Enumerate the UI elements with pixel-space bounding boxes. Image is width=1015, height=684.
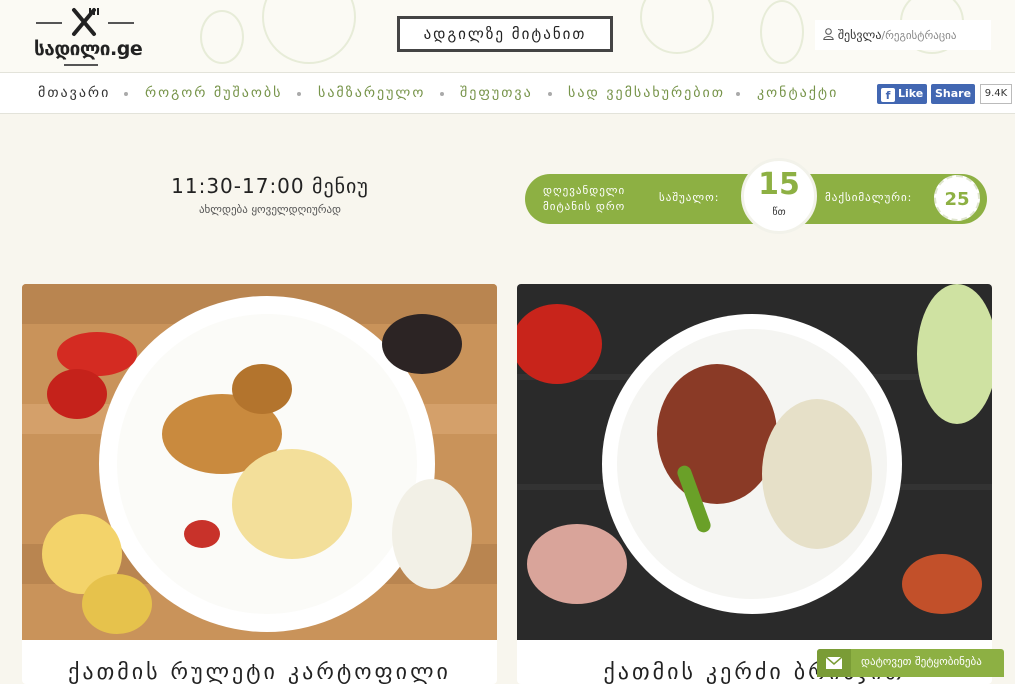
order-delivery-button[interactable]: ადგილზე მიტანით (397, 16, 613, 52)
logo-text: სადილი.ge (34, 38, 143, 60)
decorative-lemon (640, 0, 714, 54)
facebook-like-button[interactable]: f Like (877, 84, 927, 104)
delivery-time-label: დღევანდელი მიტანის დრო (543, 184, 626, 213)
logo-line-right (108, 22, 134, 24)
facebook-like-label: Like (898, 87, 924, 100)
average-time-value: 15 (758, 167, 800, 202)
facebook-like-count: 9.4K (980, 84, 1012, 104)
nav-item-service-area[interactable]: სად ვემსახურებით (568, 73, 725, 113)
nav-item-how-it-works[interactable]: როგორ მუშაობს (145, 73, 282, 113)
nav-item-contact[interactable]: კონტაქტი (757, 73, 838, 113)
dish-title: ქათმის რულეტი კარტოფილი (68, 660, 451, 684)
average-time-label: საშუალო: (659, 191, 720, 204)
menu-card[interactable]: ქათმის რულეტი კარტოფილი (22, 284, 497, 684)
nav-item-kitchen[interactable]: სამზარეულო (318, 73, 425, 113)
logo-line-left (36, 22, 62, 24)
register-link[interactable]: /რეგისტრაცია (881, 29, 956, 42)
user-icon (823, 28, 834, 40)
decorative-leaf (200, 10, 244, 64)
site-header: სადილი.ge ადგილზე მიტანით შესვლა/რეგისტრ… (0, 0, 1015, 72)
max-time-label: მაქსიმალური: (825, 191, 913, 204)
nav-item-home[interactable]: მთავარი (38, 73, 110, 113)
max-time-value: 25 (944, 189, 970, 210)
logo-underline (64, 64, 98, 66)
main-nav: მთავარი როგორ მუშაობს სამზარეულო შეფუთვა… (0, 72, 1015, 114)
facebook-share-button[interactable]: Share (931, 84, 975, 104)
nav-separator (736, 92, 740, 96)
menu-hours-subtitle: ახლდება ყოველდღიურად (198, 203, 342, 216)
login-box[interactable]: შესვლა/რეგისტრაცია (815, 20, 991, 50)
dish-image-chicken-roll (22, 284, 497, 640)
menu-hours: 11:30-17:00 მენიუ (171, 174, 369, 198)
site-logo[interactable]: სადილი.ge (30, 4, 143, 68)
leave-message-button[interactable]: დატოვეთ შეტყობინება (817, 649, 1004, 677)
nav-item-packaging[interactable]: შეფუთვა (460, 73, 533, 113)
nav-separator (124, 92, 128, 96)
nav-separator (548, 92, 552, 96)
decorative-tomato (262, 0, 356, 64)
menu-card[interactable]: ქათმის კერძი ბრინჯით (517, 284, 992, 684)
facebook-icon: f (881, 88, 895, 102)
dish-image-chicken-rice (517, 284, 992, 640)
max-time-badge: 25 (934, 175, 980, 221)
average-time-badge: 15 წთ (741, 158, 817, 234)
nav-separator (440, 92, 444, 96)
leave-message-label: დატოვეთ შეტყობინება (861, 655, 982, 668)
decorative-pepper (760, 0, 804, 64)
envelope-icon-box (817, 649, 851, 677)
fork-knife-icon (72, 8, 99, 36)
envelope-icon (826, 657, 842, 669)
average-time-unit: წთ (772, 207, 786, 218)
nav-separator (297, 92, 301, 96)
login-link[interactable]: შესვლა (838, 28, 882, 42)
delivery-time-panel: დღევანდელი მიტანის დრო საშუალო: 15 წთ მა… (525, 158, 987, 234)
